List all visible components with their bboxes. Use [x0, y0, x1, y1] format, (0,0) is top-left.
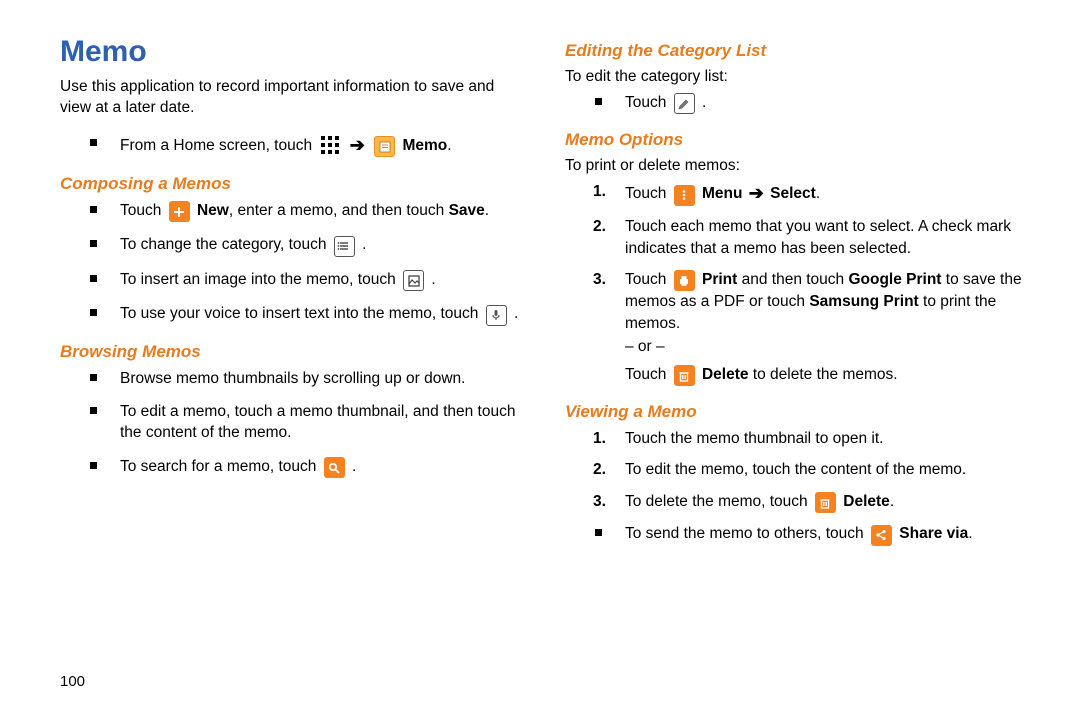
- browsing-heading: Browsing Memos: [60, 342, 525, 362]
- trash-icon: [674, 365, 695, 386]
- options-intro: To print or delete memos:: [565, 156, 1030, 177]
- browse-edit-item: To edit a memo, touch a memo thumbnail, …: [106, 401, 525, 444]
- trash-icon: [815, 492, 836, 513]
- memo-app-icon: [374, 136, 395, 157]
- search-icon: [324, 457, 345, 478]
- send-memo-item: To send the memo to others, touch Share …: [611, 523, 1030, 546]
- or-text: – or –: [625, 336, 1030, 357]
- page-title: Memo: [60, 35, 525, 69]
- viewing-step-2: To edit the memo, touch the content of t…: [611, 459, 1030, 480]
- options-heading: Memo Options: [565, 130, 1030, 150]
- viewing-step-1: Touch the memo thumbnail to open it.: [611, 428, 1030, 449]
- apps-grid-icon: [319, 134, 340, 155]
- menu-icon: [674, 185, 695, 206]
- change-category-item: To change the category, touch .: [106, 234, 525, 257]
- edit-category-touch-item: Touch .: [611, 92, 1030, 115]
- page-number: 100: [60, 673, 85, 690]
- options-step-1: Touch Menu ➔ Select.: [611, 181, 1030, 206]
- options-step-2: Touch each memo that you want to select.…: [611, 216, 1030, 259]
- share-icon: [871, 525, 892, 546]
- browse-scroll-item: Browse memo thumbnails by scrolling up o…: [106, 368, 525, 389]
- mic-icon: [486, 305, 507, 326]
- edit-category-heading: Editing the Category List: [565, 41, 1030, 61]
- pencil-icon: [674, 93, 695, 114]
- intro-text: Use this application to record important…: [60, 77, 525, 119]
- from-home-item: From a Home screen, touch ➔ Memo.: [106, 133, 525, 158]
- insert-image-item: To insert an image into the memo, touch …: [106, 269, 525, 292]
- arrow-icon: ➔: [348, 135, 367, 155]
- voice-input-item: To use your voice to insert text into th…: [106, 303, 525, 326]
- list-icon: [334, 236, 355, 257]
- plus-icon: [169, 201, 190, 222]
- composing-heading: Composing a Memos: [60, 174, 525, 194]
- manual-page: Memo Use this application to record impo…: [0, 0, 1080, 720]
- compose-new-item: Touch New, enter a memo, and then touch …: [106, 200, 525, 223]
- image-icon: [403, 270, 424, 291]
- left-column: Memo Use this application to record impo…: [60, 35, 525, 720]
- viewing-heading: Viewing a Memo: [565, 402, 1030, 422]
- options-step-3: Touch Print and then touch Google Print …: [611, 269, 1030, 386]
- right-column: Editing the Category List To edit the ca…: [565, 35, 1030, 720]
- print-icon: [674, 270, 695, 291]
- viewing-step-3: To delete the memo, touch Delete.: [611, 491, 1030, 514]
- edit-category-intro: To edit the category list:: [565, 67, 1030, 88]
- browse-search-item: To search for a memo, touch .: [106, 456, 525, 479]
